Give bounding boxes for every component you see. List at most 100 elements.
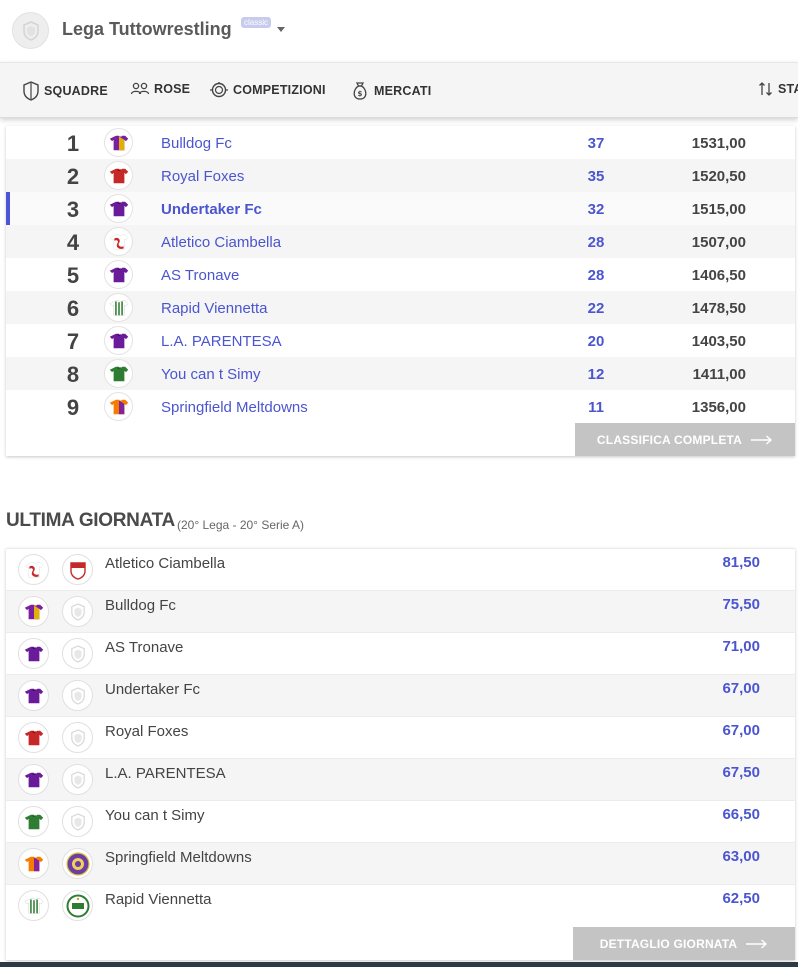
- team-name-link[interactable]: You can t Simy: [161, 366, 261, 383]
- nav-item-squadre[interactable]: SQUADRE: [22, 81, 108, 101]
- standings-position: 3: [66, 197, 80, 222]
- standings-row[interactable]: 8 You can t Simy 12 1411,00: [6, 357, 795, 390]
- team-name-link[interactable]: AS Tronave: [161, 267, 239, 284]
- shield-icon: [70, 728, 85, 747]
- standings-row[interactable]: 5 AS Tronave 28 1406,50: [6, 258, 795, 291]
- nav-label: ROSE: [154, 82, 191, 96]
- team-logo-icon: [66, 894, 89, 917]
- team-logo: [62, 554, 93, 585]
- section-subtitle: (20° Lega - 20° Serie A): [177, 518, 305, 532]
- team-name[interactable]: AS Tronave: [105, 639, 183, 656]
- league-title[interactable]: Lega Tuttowrestling: [62, 19, 232, 40]
- shield-icon: [70, 686, 85, 705]
- team-name[interactable]: Bulldog Fc: [105, 597, 176, 614]
- team-jersey: [18, 806, 49, 837]
- team-jersey: [104, 194, 133, 223]
- shield-icon: [23, 81, 39, 101]
- team-logo: [62, 890, 93, 921]
- standings-position: 2: [66, 164, 80, 189]
- team-name-link[interactable]: Springfield Meltdowns: [161, 399, 308, 416]
- standings-row[interactable]: 9 Springfield Meltdowns 11 1356,00: [6, 390, 795, 423]
- team-total-score: 1356,00: [691, 399, 746, 416]
- matchday-row[interactable]: L.A. PARENTESA 67,50: [6, 758, 795, 800]
- standings-row[interactable]: 1 Bulldog Fc 37 1531,00: [6, 126, 795, 159]
- nav-item-competizioni[interactable]: COMPETIZIONI: [209, 81, 326, 99]
- team-points: 20: [587, 333, 605, 350]
- shield-icon: [70, 812, 85, 831]
- team-name[interactable]: Undertaker Fc: [105, 681, 200, 698]
- matchday-row[interactable]: You can t Simy 66,50: [6, 800, 795, 842]
- team-matchday-score: 71,00: [722, 638, 760, 655]
- team-total-score: 1478,50: [691, 300, 746, 317]
- team-name-link[interactable]: Bulldog Fc: [161, 135, 232, 152]
- team-name[interactable]: Springfield Meltdowns: [105, 849, 252, 866]
- matchday-row[interactable]: Royal Foxes 67,00: [6, 716, 795, 758]
- standings-row[interactable]: 6 Rapid Viennetta 22 1478,50: [6, 291, 795, 324]
- money-bag-icon: $: [353, 82, 367, 100]
- arrow-right-icon: [751, 434, 773, 445]
- nav-item-mercati[interactable]: $ MERCATI: [350, 81, 431, 101]
- jersey-icon: [109, 135, 128, 150]
- team-points: 37: [587, 135, 605, 152]
- team-logo: [62, 596, 93, 627]
- team-name[interactable]: You can t Simy: [105, 807, 205, 824]
- nav-item-statistiche[interactable]: STA: [758, 81, 798, 97]
- league-logo[interactable]: [12, 12, 49, 49]
- matchday-detail-button[interactable]: DETTAGLIO GIORNATA: [573, 927, 795, 960]
- section-title: ULTIMA GIORNATA: [6, 510, 175, 531]
- jersey-icon: [24, 730, 43, 745]
- matchday-row[interactable]: Undertaker Fc 67,00: [6, 674, 795, 716]
- team-logo-icon: [65, 851, 90, 876]
- jersey-icon: [109, 333, 128, 348]
- sort-icon: [759, 82, 772, 96]
- matchday-row[interactable]: Rapid Viennetta 62,50: [6, 884, 795, 926]
- jersey-icon: [24, 646, 43, 661]
- team-name-link[interactable]: Undertaker Fc: [161, 201, 262, 218]
- nav-item-rose[interactable]: ROSE: [130, 81, 190, 97]
- jersey-icon: [109, 366, 128, 381]
- full-standings-button[interactable]: CLASSIFICA COMPLETA: [575, 423, 795, 456]
- team-name-link[interactable]: Royal Foxes: [161, 168, 244, 185]
- team-jersey: [18, 890, 49, 921]
- matchday-row[interactable]: Springfield Meltdowns 63,00: [6, 842, 795, 884]
- standings-row[interactable]: 3 Undertaker Fc 32 1515,00: [6, 192, 795, 225]
- jersey-icon: [108, 299, 129, 316]
- team-jersey: [104, 260, 133, 289]
- matchday-row[interactable]: Atletico Ciambella 81,50: [6, 548, 795, 590]
- team-name[interactable]: Atletico Ciambella: [105, 555, 225, 572]
- team-name[interactable]: Rapid Viennetta: [105, 891, 211, 908]
- team-name[interactable]: L.A. PARENTESA: [105, 765, 226, 782]
- team-matchday-score: 67,00: [722, 722, 760, 739]
- team-logo: [62, 680, 93, 711]
- app-header: Lega Tuttowrestling classic: [0, 0, 798, 62]
- matchday-row[interactable]: AS Tronave 71,00: [6, 632, 795, 674]
- chevron-down-icon[interactable]: [277, 27, 285, 32]
- jersey-icon: [109, 267, 128, 282]
- team-name-link[interactable]: Atletico Ciambella: [161, 234, 281, 251]
- team-points: 11: [588, 399, 604, 416]
- standings-position: 1: [66, 131, 80, 156]
- team-total-score: 1520,50: [691, 168, 746, 185]
- team-name[interactable]: Royal Foxes: [105, 723, 188, 740]
- svg-text:$: $: [357, 90, 362, 98]
- standings-row[interactable]: 4 Atletico Ciambella 28 1507,00: [6, 225, 795, 258]
- footer-bar: [0, 962, 798, 967]
- team-name-link[interactable]: Rapid Viennetta: [161, 300, 267, 317]
- trophy-icon: [210, 82, 228, 98]
- team-name-link[interactable]: L.A. PARENTESA: [161, 333, 282, 350]
- jersey-icon: [109, 201, 128, 216]
- standings-position: 6: [66, 296, 80, 321]
- nav-label: STA: [778, 82, 798, 96]
- team-points: 32: [587, 201, 605, 218]
- jersey-icon: [24, 772, 43, 787]
- team-logo: [62, 764, 93, 795]
- team-logo: [62, 638, 93, 669]
- matchday-row[interactable]: Bulldog Fc 75,50: [6, 590, 795, 632]
- standings-position: 9: [66, 395, 80, 420]
- shield-icon: [70, 770, 85, 789]
- standings-position: 7: [66, 329, 80, 354]
- team-points: 22: [587, 300, 605, 317]
- team-total-score: 1403,50: [691, 333, 746, 350]
- standings-row[interactable]: 7 L.A. PARENTESA 20 1403,50: [6, 324, 795, 357]
- standings-row[interactable]: 2 Royal Foxes 35 1520,50: [6, 159, 795, 192]
